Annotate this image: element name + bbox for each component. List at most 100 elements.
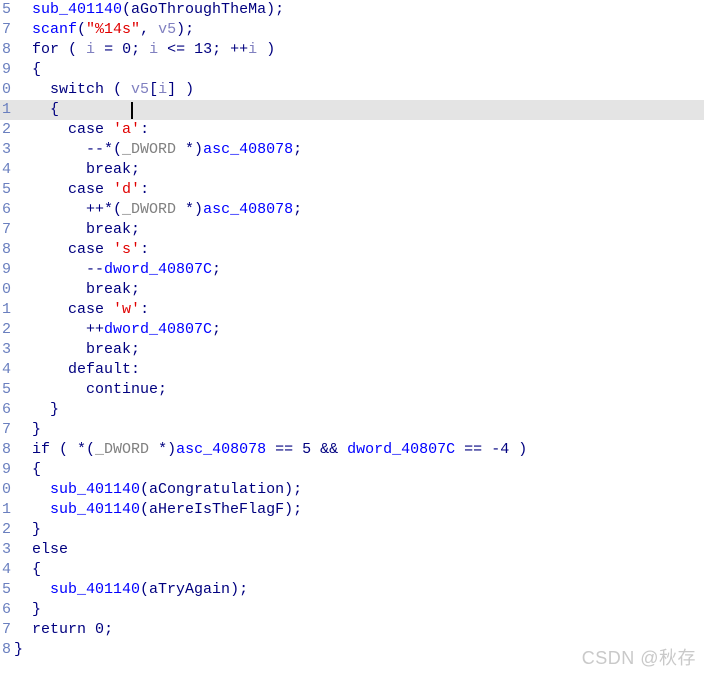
code-line[interactable]: 7 return 0; — [0, 620, 704, 640]
text-caret — [131, 102, 134, 119]
line-number-gutter: 4 — [1, 561, 11, 578]
code-line[interactable]: 4 break; — [0, 160, 704, 180]
line-number-gutter: 0 — [1, 281, 11, 298]
line-number-gutter: 7 — [1, 21, 11, 38]
code-line[interactable]: 2 ++dword_40807C; — [0, 320, 704, 340]
code-line[interactable]: 9 { — [0, 460, 704, 480]
code-line-text[interactable]: sub_401140(aCongratulation); — [12, 480, 704, 500]
code-line-text[interactable]: { — [12, 460, 704, 480]
code-line-text[interactable]: } — [12, 600, 704, 620]
code-line[interactable]: 5 continue; — [0, 380, 704, 400]
code-line-text[interactable]: --*(_DWORD *)asc_408078; — [12, 140, 704, 160]
code-line-text[interactable]: case 's': — [12, 240, 704, 260]
line-number-gutter: 0 — [1, 81, 11, 98]
code-line-text[interactable]: return 0; — [12, 620, 704, 640]
code-line[interactable]: 7 scanf("%14s", v5); — [0, 20, 704, 40]
code-line[interactable]: 7 break; — [0, 220, 704, 240]
line-number-gutter: 1 — [1, 101, 11, 118]
code-line-text[interactable]: if ( *(_DWORD *)asc_408078 == 5 && dword… — [12, 440, 704, 460]
line-number-gutter: 1 — [1, 501, 11, 518]
code-line[interactable]: 4 default: — [0, 360, 704, 380]
code-line-text[interactable]: continue; — [12, 380, 704, 400]
line-number-gutter: 9 — [1, 461, 11, 478]
code-line-text[interactable]: switch ( v5[i] ) — [12, 80, 704, 100]
line-number-gutter: 8 — [1, 441, 11, 458]
line-number-gutter: 7 — [1, 221, 11, 238]
line-number-gutter: 4 — [1, 361, 11, 378]
code-line-text[interactable]: scanf("%14s", v5); — [12, 20, 704, 40]
code-line-text[interactable]: else — [12, 540, 704, 560]
code-line-text[interactable]: } — [12, 400, 704, 420]
line-number-gutter: 9 — [1, 261, 11, 278]
code-line[interactable]: 6 ++*(_DWORD *)asc_408078; — [0, 200, 704, 220]
line-number-gutter: 4 — [1, 161, 11, 178]
code-line[interactable]: 0 break; — [0, 280, 704, 300]
code-line[interactable]: 8 for ( i = 0; i <= 13; ++i ) — [0, 40, 704, 60]
line-number-gutter: 5 — [1, 581, 11, 598]
code-line-text[interactable]: case 'd': — [12, 180, 704, 200]
code-line-text[interactable]: case 'w': — [12, 300, 704, 320]
line-number-gutter: 5 — [1, 381, 11, 398]
line-number-gutter: 8 — [1, 41, 11, 58]
code-line[interactable]: 9 { — [0, 60, 704, 80]
watermark: CSDN @秋存 — [581, 648, 696, 668]
code-line[interactable]: 8 if ( *(_DWORD *)asc_408078 == 5 && dwo… — [0, 440, 704, 460]
line-number-gutter: 6 — [1, 201, 11, 218]
code-line-text[interactable]: break; — [12, 280, 704, 300]
line-number-gutter: 8 — [1, 641, 11, 658]
code-line-highlighted[interactable]: 1 { — [0, 100, 704, 120]
line-number-gutter: 9 — [1, 61, 11, 78]
code-line[interactable]: 3 else — [0, 540, 704, 560]
code-line-text[interactable]: ++*(_DWORD *)asc_408078; — [12, 200, 704, 220]
line-number-gutter: 6 — [1, 401, 11, 418]
line-number-gutter: 7 — [1, 621, 11, 638]
code-line[interactable]: 5 sub_401140(aTryAgain); — [0, 580, 704, 600]
code-line[interactable]: 8 case 's': — [0, 240, 704, 260]
code-line[interactable]: 3 --*(_DWORD *)asc_408078; — [0, 140, 704, 160]
code-line-text[interactable]: { — [12, 100, 704, 120]
line-number-gutter: 7 — [1, 421, 11, 438]
code-line[interactable]: 0 switch ( v5[i] ) — [0, 80, 704, 100]
code-line[interactable]: 9 --dword_40807C; — [0, 260, 704, 280]
code-line[interactable]: 0 sub_401140(aCongratulation); — [0, 480, 704, 500]
code-line[interactable]: 1 case 'w': — [0, 300, 704, 320]
line-number-gutter: 3 — [1, 341, 11, 358]
line-number-gutter: 3 — [1, 541, 11, 558]
code-line[interactable]: 7 } — [0, 420, 704, 440]
line-number-gutter: 5 — [1, 181, 11, 198]
code-line-text[interactable]: ++dword_40807C; — [12, 320, 704, 340]
code-line-text[interactable]: --dword_40807C; — [12, 260, 704, 280]
line-number-gutter: 2 — [1, 121, 11, 138]
code-line-text[interactable]: sub_401140(aGoThroughTheMa); — [12, 0, 704, 20]
code-line-text[interactable]: { — [12, 560, 704, 580]
code-line-text[interactable]: break; — [12, 160, 704, 180]
line-number-gutter: 5 — [1, 1, 11, 18]
code-line-text[interactable]: case 'a': — [12, 120, 704, 140]
line-number-gutter: 6 — [1, 601, 11, 618]
pseudocode-view[interactable]: 5 sub_401140(aGoThroughTheMa); 7 scanf("… — [0, 0, 704, 678]
code-line[interactable]: 2 case 'a': — [0, 120, 704, 140]
line-number-gutter: 3 — [1, 141, 11, 158]
code-line-text[interactable]: { — [12, 60, 704, 80]
code-line[interactable]: 4 { — [0, 560, 704, 580]
code-line[interactable]: 5 case 'd': — [0, 180, 704, 200]
line-number-gutter: 8 — [1, 241, 11, 258]
code-line-text[interactable]: sub_401140(aHereIsTheFlagF); — [12, 500, 704, 520]
code-line-text[interactable]: break; — [12, 340, 704, 360]
code-line[interactable]: 1 sub_401140(aHereIsTheFlagF); — [0, 500, 704, 520]
line-number-gutter: 0 — [1, 481, 11, 498]
code-line-text[interactable]: } — [12, 520, 704, 540]
code-line-text[interactable]: sub_401140(aTryAgain); — [12, 580, 704, 600]
code-line[interactable]: 3 break; — [0, 340, 704, 360]
code-line[interactable]: 6 } — [0, 400, 704, 420]
code-line[interactable]: 2 } — [0, 520, 704, 540]
code-line-text[interactable]: break; — [12, 220, 704, 240]
code-line[interactable]: 6 } — [0, 600, 704, 620]
code-line-text[interactable]: for ( i = 0; i <= 13; ++i ) — [12, 40, 704, 60]
line-number-gutter: 2 — [1, 521, 11, 538]
line-number-gutter: 1 — [1, 301, 11, 318]
code-line-text[interactable]: default: — [12, 360, 704, 380]
code-line-text[interactable]: } — [12, 420, 704, 440]
code-line[interactable]: 5 sub_401140(aGoThroughTheMa); — [0, 0, 704, 20]
line-number-gutter: 2 — [1, 321, 11, 338]
